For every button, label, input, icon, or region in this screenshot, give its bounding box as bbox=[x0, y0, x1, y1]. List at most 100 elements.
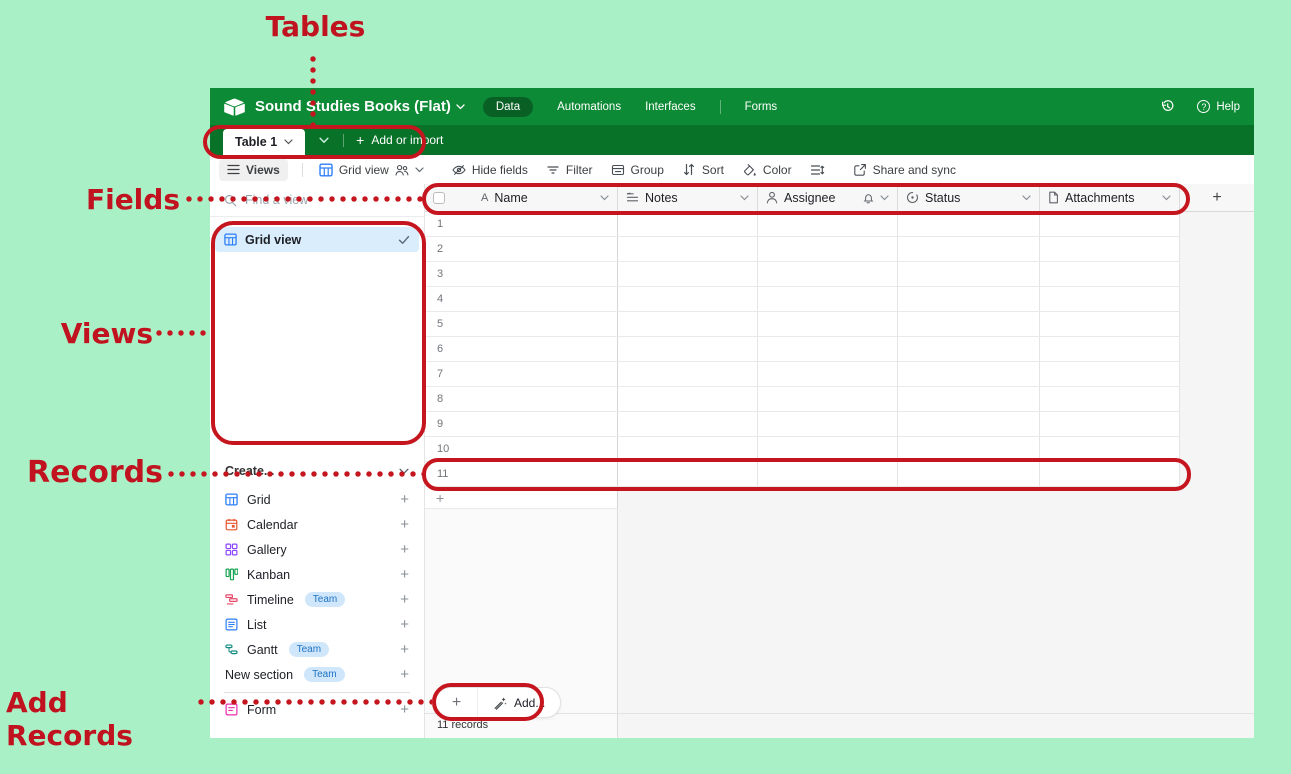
cell[interactable] bbox=[618, 212, 758, 236]
cell[interactable] bbox=[758, 437, 898, 461]
add-field-button[interactable]: + bbox=[1180, 184, 1254, 211]
cell[interactable] bbox=[898, 287, 1040, 311]
plus-icon[interactable]: + bbox=[400, 616, 409, 633]
cell[interactable] bbox=[758, 312, 898, 336]
plus-icon[interactable]: + bbox=[400, 591, 409, 608]
chevron-down-icon[interactable] bbox=[600, 194, 609, 201]
plus-icon[interactable]: + bbox=[400, 491, 409, 508]
cell[interactable] bbox=[898, 262, 1040, 286]
cell[interactable] bbox=[898, 337, 1040, 361]
chevron-down-icon[interactable] bbox=[740, 194, 749, 201]
cell[interactable] bbox=[758, 262, 898, 286]
plus-icon[interactable]: + bbox=[400, 541, 409, 558]
group-button[interactable]: Group bbox=[603, 159, 672, 181]
field-header-attachments[interactable]: Attachments bbox=[1040, 184, 1180, 211]
chevron-down-icon[interactable] bbox=[1162, 194, 1171, 201]
cell[interactable] bbox=[618, 262, 758, 286]
create-form-view[interactable]: Form + bbox=[210, 697, 424, 722]
field-header-notes[interactable]: Notes bbox=[618, 184, 758, 211]
cell[interactable] bbox=[758, 462, 898, 486]
table-row[interactable]: 7 bbox=[425, 362, 1180, 387]
search-input[interactable] bbox=[245, 193, 410, 207]
cell[interactable] bbox=[898, 362, 1040, 386]
cell[interactable] bbox=[758, 387, 898, 411]
help-button[interactable]: ? Help bbox=[1197, 100, 1240, 113]
plus-icon[interactable]: + bbox=[400, 666, 409, 683]
table-row[interactable]: 11 bbox=[425, 462, 1180, 487]
cell[interactable] bbox=[898, 312, 1040, 336]
cell[interactable] bbox=[758, 287, 898, 311]
cell[interactable] bbox=[898, 462, 1040, 486]
cell[interactable] bbox=[758, 412, 898, 436]
cell[interactable] bbox=[1040, 412, 1180, 436]
cell[interactable] bbox=[758, 237, 898, 261]
table-row[interactable]: 3 bbox=[425, 262, 1180, 287]
cell[interactable] bbox=[1040, 212, 1180, 236]
cell[interactable] bbox=[1040, 337, 1180, 361]
share-and-sync-button[interactable]: Share and sync bbox=[845, 159, 964, 181]
cell[interactable] bbox=[618, 287, 758, 311]
cell[interactable] bbox=[1040, 437, 1180, 461]
base-title[interactable]: Sound Studies Books (Flat) bbox=[255, 98, 451, 115]
cell[interactable] bbox=[1040, 312, 1180, 336]
plus-icon[interactable]: + bbox=[400, 641, 409, 658]
chevron-down-icon[interactable] bbox=[880, 194, 889, 201]
add-with-ai-button[interactable]: Add... bbox=[478, 696, 560, 710]
add-record-button[interactable]: + bbox=[436, 688, 478, 717]
cell[interactable] bbox=[618, 337, 758, 361]
table-row[interactable]: 4 bbox=[425, 287, 1180, 312]
cell[interactable] bbox=[618, 237, 758, 261]
cell[interactable] bbox=[1040, 262, 1180, 286]
cell[interactable] bbox=[1040, 462, 1180, 486]
table-row[interactable]: 6 bbox=[425, 337, 1180, 362]
history-icon[interactable] bbox=[1160, 99, 1175, 114]
cell[interactable] bbox=[758, 362, 898, 386]
create-timeline-view[interactable]: Timeline Team + bbox=[210, 587, 424, 612]
cell[interactable] bbox=[618, 412, 758, 436]
cell[interactable] bbox=[618, 462, 758, 486]
cell[interactable] bbox=[1040, 237, 1180, 261]
row-height-button[interactable] bbox=[802, 159, 833, 181]
base-title-chevron-icon[interactable] bbox=[456, 103, 465, 110]
add-row-button[interactable]: + bbox=[425, 487, 618, 509]
tab-automations[interactable]: Automations bbox=[557, 101, 621, 113]
plus-icon[interactable]: + bbox=[400, 516, 409, 533]
create-gantt-view[interactable]: Gantt Team + bbox=[210, 637, 424, 662]
field-header-status[interactable]: Status bbox=[898, 184, 1040, 211]
cell[interactable] bbox=[1040, 287, 1180, 311]
cell[interactable] bbox=[618, 387, 758, 411]
cell[interactable] bbox=[758, 212, 898, 236]
sort-button[interactable]: Sort bbox=[674, 159, 732, 181]
table-tab-table1[interactable]: Table 1 bbox=[223, 129, 306, 155]
table-row[interactable]: 9 bbox=[425, 412, 1180, 437]
cell[interactable] bbox=[618, 312, 758, 336]
create-grid-view[interactable]: Grid + bbox=[210, 487, 424, 512]
cell[interactable] bbox=[898, 212, 1040, 236]
create-header[interactable]: Create... bbox=[210, 458, 424, 484]
hide-fields-button[interactable]: Hide fields bbox=[444, 159, 536, 181]
cell[interactable] bbox=[758, 337, 898, 361]
filter-button[interactable]: Filter bbox=[538, 159, 601, 181]
cell[interactable] bbox=[1040, 362, 1180, 386]
chevron-down-icon[interactable] bbox=[1022, 194, 1031, 201]
plus-icon[interactable]: + bbox=[400, 701, 409, 718]
cell[interactable] bbox=[618, 437, 758, 461]
plus-icon[interactable]: + bbox=[400, 566, 409, 583]
table-row[interactable]: 10 bbox=[425, 437, 1180, 462]
cell[interactable] bbox=[898, 387, 1040, 411]
cell[interactable] bbox=[618, 362, 758, 386]
create-calendar-view[interactable]: Calendar + bbox=[210, 512, 424, 537]
table-row[interactable]: 8 bbox=[425, 387, 1180, 412]
add-or-import-button[interactable]: + Add or import bbox=[344, 133, 455, 147]
bell-icon[interactable] bbox=[863, 192, 874, 204]
cell[interactable] bbox=[898, 412, 1040, 436]
create-list-view[interactable]: List + bbox=[210, 612, 424, 637]
cell[interactable] bbox=[898, 237, 1040, 261]
table-list-dropdown[interactable] bbox=[305, 137, 343, 144]
views-sidebar-toggle[interactable]: Views bbox=[219, 158, 288, 181]
tab-data[interactable]: Data bbox=[482, 96, 534, 117]
sidebar-item-grid-view[interactable]: Grid view bbox=[215, 227, 419, 252]
select-all-checkbox[interactable] bbox=[433, 191, 445, 204]
create-gallery-view[interactable]: Gallery + bbox=[210, 537, 424, 562]
table-row[interactable]: 2 bbox=[425, 237, 1180, 262]
